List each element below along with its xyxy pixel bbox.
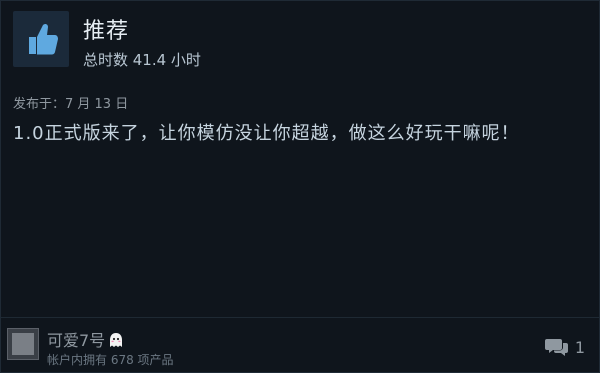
recommendation-title: 推荐 [83,19,130,44]
total-hours: 总时数 41.4 小时 [83,51,201,69]
comment-count: 1 [574,337,585,357]
comments-button[interactable]: 1 [544,337,585,357]
thumbs-up-icon [29,23,58,55]
author-name-row[interactable]: 可爱7号 [47,327,123,351]
author-name[interactable]: 可爱7号 [47,331,105,350]
avatar-image [12,333,34,355]
ghost-icon [110,333,123,347]
products-owned: 帐户内拥有 678 项产品 [47,353,174,367]
review-text: 1.0正式版来了，让你模仿没让你超越，做这么好玩干嘛呢！ [13,123,520,144]
posted-date: 发布于：7 月 13 日 [13,97,129,112]
comment-bubble-icon [544,339,568,356]
recommend-thumb-tile[interactable] [13,11,69,67]
footer-divider [1,317,599,318]
review-card: 推荐 总时数 41.4 小时 发布于：7 月 13 日 1.0正式版来了，让你模… [0,0,600,373]
avatar[interactable] [7,328,39,360]
